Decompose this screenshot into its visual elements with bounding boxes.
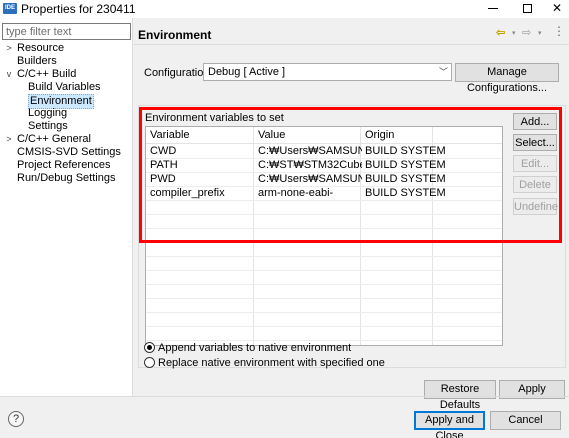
close-button[interactable]: ✕	[540, 0, 569, 18]
tree-item-label: C/C++ Build	[17, 68, 77, 80]
empty-row	[146, 327, 502, 341]
empty-row	[146, 243, 502, 257]
help-icon[interactable]: ?	[8, 411, 24, 427]
bottom-divider	[0, 396, 569, 397]
replace-label: Replace native environment with specifie…	[158, 357, 385, 369]
tree-item-resource[interactable]: > Resource	[0, 42, 133, 55]
chevron-right-icon[interactable]: >	[4, 133, 14, 146]
chevron-down-icon[interactable]: v	[4, 68, 14, 81]
variable-cell: CWD	[150, 145, 177, 157]
table-row[interactable]: compiler_prefix arm-none-eabi- BUILD SYS…	[146, 187, 502, 201]
tree-item-label: Settings	[28, 120, 68, 132]
tree-item-build-variables[interactable]: Build Variables	[0, 81, 133, 94]
configuration-select[interactable]: Debug [ Active ] ﹀	[203, 63, 452, 81]
tree-item-label: Build Variables	[28, 81, 101, 93]
empty-row	[146, 271, 502, 285]
main-pane: Environment ⇦ ▾ ⇨ ▾ ⋮ Configuration: Deb…	[134, 18, 569, 411]
window-title: Properties for 230411	[21, 2, 136, 16]
table-header: Variable Value Origin	[146, 127, 502, 144]
tree-item-settings[interactable]: Settings	[0, 120, 133, 133]
sidebar: > Resource Builders v C/C++ Build Build …	[0, 18, 133, 396]
tree-item-builders[interactable]: Builders	[0, 55, 133, 68]
cancel-button[interactable]: Cancel	[490, 411, 561, 430]
page-header: Environment ⇦ ▾ ⇨ ▾ ⋮	[134, 20, 569, 44]
append-label: Append variables to native environment	[158, 342, 352, 354]
maximize-button[interactable]	[510, 0, 544, 18]
value-cell: C:₩ST₩STM32CubeIDE...	[258, 159, 362, 171]
empty-row	[146, 229, 502, 243]
tree-item-cmsis-svd-settings[interactable]: CMSIS-SVD Settings	[0, 146, 133, 159]
append-radio[interactable]	[144, 342, 155, 353]
chevron-down-icon: ﹀	[438, 67, 448, 77]
tree-item-environment[interactable]: Environment	[0, 94, 133, 109]
origin-cell: BUILD SYSTEM	[365, 187, 445, 199]
forward-dropdown-icon[interactable]: ▾	[538, 29, 542, 37]
variable-cell: PATH	[150, 159, 178, 171]
header-divider	[134, 44, 569, 45]
environment-table[interactable]: Variable Value Origin CWD C:₩Users₩SAMSU…	[145, 126, 503, 346]
tree-item-label: CMSIS-SVD Settings	[17, 146, 121, 158]
tree-item-run-debug-settings[interactable]: Run/Debug Settings	[0, 172, 133, 185]
variable-cell: PWD	[150, 173, 176, 185]
empty-row	[146, 285, 502, 299]
table-row[interactable]: CWD C:₩Users₩SAMSUNG₩... BUILD SYSTEM	[146, 145, 502, 159]
view-menu-icon[interactable]: ⋮	[553, 24, 565, 38]
configuration-value: Debug [ Active ]	[208, 66, 286, 78]
undefine-button[interactable]: Undefine	[513, 198, 558, 215]
tree-item-label: Logging	[28, 107, 68, 119]
column-header-origin[interactable]: Origin	[365, 127, 445, 143]
table-row[interactable]: PWD C:₩Users₩SAMSUNG₩... BUILD SYSTEM	[146, 173, 502, 187]
tree-item-label: Builders	[17, 55, 57, 67]
origin-cell: BUILD SYSTEM	[365, 145, 445, 157]
app-icon: IDE	[3, 3, 17, 14]
select-button[interactable]: Select...	[513, 134, 557, 151]
origin-cell: BUILD SYSTEM	[365, 159, 445, 171]
empty-row	[146, 215, 502, 229]
value-cell: C:₩Users₩SAMSUNG₩...	[258, 173, 362, 185]
tree-item-label: Project References	[17, 159, 111, 171]
value-cell: arm-none-eabi-	[258, 187, 334, 199]
title-bar: IDE Properties for 230411 ✕	[0, 0, 569, 18]
page-title: Environment	[138, 28, 212, 42]
origin-cell: BUILD SYSTEM	[365, 173, 445, 185]
empty-row	[146, 201, 502, 215]
close-icon: ✕	[551, 1, 563, 15]
minimize-button[interactable]	[476, 0, 510, 18]
value-cell: C:₩Users₩SAMSUNG₩...	[258, 145, 362, 157]
empty-row	[146, 257, 502, 271]
tree-item-label: Run/Debug Settings	[17, 172, 116, 184]
tree-item-project-references[interactable]: Project References	[0, 159, 133, 172]
edit-button[interactable]: Edit...	[513, 155, 557, 172]
empty-row	[146, 313, 502, 327]
table-row[interactable]: PATH C:₩ST₩STM32CubeIDE... BUILD SYSTEM	[146, 159, 502, 173]
minimize-icon	[488, 8, 498, 10]
tree-item-cpp-build[interactable]: v C/C++ Build	[0, 68, 133, 81]
empty-row	[146, 299, 502, 313]
variable-cell: compiler_prefix	[150, 187, 225, 199]
tree-item-logging[interactable]: Logging	[0, 107, 133, 120]
forward-arrow-icon[interactable]: ⇨	[522, 26, 531, 39]
delete-button[interactable]: Delete	[513, 176, 557, 193]
add-button[interactable]: Add...	[513, 113, 557, 130]
replace-radio[interactable]	[144, 357, 155, 368]
tree-item-cpp-general[interactable]: > C/C++ General	[0, 133, 133, 146]
back-dropdown-icon[interactable]: ▾	[512, 29, 516, 37]
tree-item-label: C/C++ General	[17, 133, 91, 145]
filter-input[interactable]	[2, 23, 131, 40]
chevron-right-icon[interactable]: >	[4, 42, 14, 55]
tree-item-label: Resource	[17, 42, 65, 54]
manage-configurations-button[interactable]: Manage Configurations...	[455, 63, 559, 94]
back-arrow-icon[interactable]: ⇦	[496, 26, 505, 39]
apply-and-close-button[interactable]: Apply and Close	[414, 411, 485, 438]
column-header-variable[interactable]: Variable	[150, 127, 250, 143]
maximize-icon	[522, 4, 532, 14]
environment-variables-label: Environment variables to set	[145, 112, 284, 124]
property-tree: > Resource Builders v C/C++ Build Build …	[0, 42, 133, 185]
column-header-value[interactable]: Value	[258, 127, 362, 143]
